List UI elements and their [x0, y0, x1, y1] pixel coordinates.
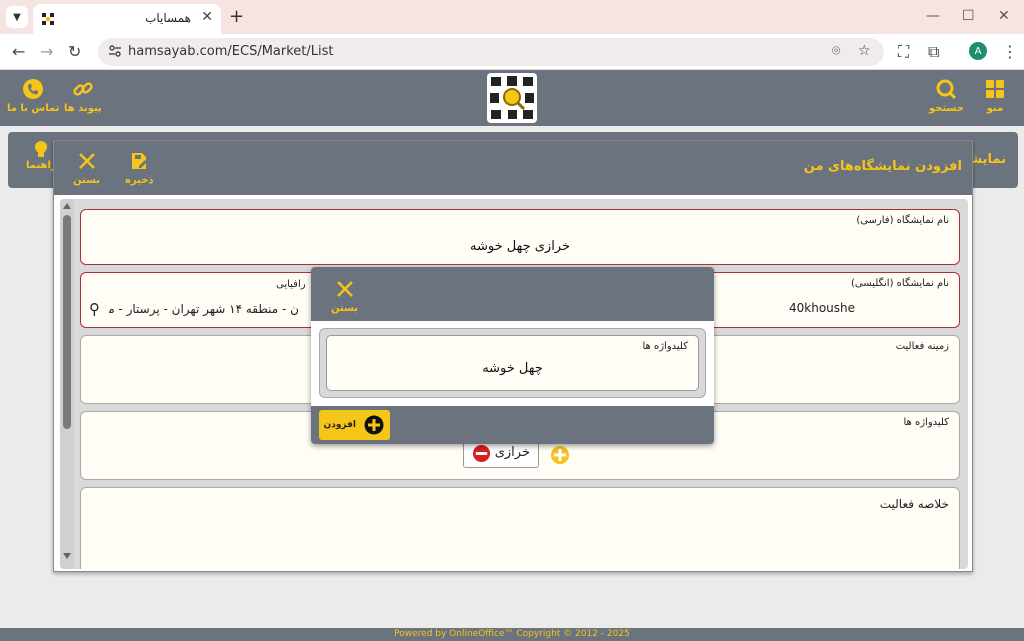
dialog-keyword-input[interactable]: کلیدواژه ها چهل خوشه — [326, 335, 699, 391]
window-close-icon[interactable]: ✕ — [998, 8, 1010, 24]
keyword-dialog: بستن کلیدواژه ها چهل خوشه افزودن — [311, 267, 714, 444]
grid-icon — [986, 80, 1004, 98]
url-text: hamsayab.com/ECS/Market/List — [128, 44, 334, 59]
link-icon — [73, 82, 93, 96]
menu-label: منو — [986, 103, 1004, 114]
new-tab-icon[interactable]: + — [229, 6, 244, 27]
tab-close-icon[interactable]: ✕ — [201, 9, 213, 25]
add-keyword-icon[interactable] — [550, 445, 570, 465]
browser-tab-bar: ▼ همسایاب ✕ + — ☐ ✕ — [0, 0, 1024, 34]
save-button[interactable]: ذخیره — [125, 151, 154, 186]
save-icon — [132, 153, 148, 169]
geo-search-icon[interactable]: ⚲ — [89, 300, 100, 318]
name-en-value[interactable]: 40khoushe — [789, 301, 855, 315]
app-header: منو جستجو پیوند ها تماس با ما — [0, 70, 1024, 126]
add-label: افزودن — [323, 420, 356, 430]
url-bar[interactable]: hamsayab.com/ECS/Market/List ⌾ ☆ — [98, 38, 884, 66]
add-button[interactable]: افزودن — [319, 410, 390, 440]
phone-icon — [23, 79, 44, 99]
panel-header: افزودن نمایشگاه‌های من ذخیره بستن — [54, 141, 972, 195]
remove-keyword-icon[interactable] — [472, 444, 491, 463]
name-en-label: نام نمایشگاه (انگلیسی) — [851, 278, 949, 289]
site-info-icon[interactable] — [108, 44, 122, 58]
minimize-icon[interactable]: — — [926, 8, 940, 24]
browser-tab[interactable]: همسایاب ✕ — [33, 4, 221, 34]
close-icon — [78, 153, 95, 169]
site-logo[interactable] — [487, 73, 537, 123]
tab-search-button[interactable]: ▼ — [6, 6, 28, 28]
back-icon[interactable]: ← — [12, 42, 25, 61]
dialog-close-label: بستن — [331, 303, 359, 314]
contact-button[interactable]: تماس با ما — [7, 78, 59, 114]
screen-capture-icon[interactable]: ⛶ — [898, 42, 909, 62]
links-label: پیوند ها — [64, 103, 102, 114]
summary-field[interactable]: خلاصه فعالیت — [80, 487, 960, 569]
scroll-down-icon[interactable] — [63, 553, 71, 559]
dialog-field-frame: کلیدواژه ها چهل خوشه — [319, 328, 706, 398]
panel-close-label: بستن — [73, 175, 101, 186]
logo-icon — [490, 76, 534, 119]
geo-label: رافیایی — [276, 279, 306, 290]
footer: Powered by OnlineOffice™ Copyright © 201… — [0, 628, 1024, 641]
save-label: ذخیره — [125, 175, 154, 186]
dialog-body: کلیدواژه ها چهل خوشه — [311, 321, 714, 406]
summary-label: خلاصه فعالیت — [879, 497, 949, 511]
name-fa-value: خرازی چهل خوشه — [469, 239, 571, 254]
browser-menu-icon[interactable]: ⋮ — [1002, 42, 1018, 61]
reload-icon[interactable]: ↻ — [68, 42, 81, 61]
site-favicon-icon — [42, 13, 54, 25]
search-label: جستجو — [929, 103, 964, 114]
plus-circle-icon — [364, 415, 384, 435]
profile-avatar[interactable]: A — [969, 42, 987, 60]
forward-icon[interactable]: → — [40, 42, 53, 61]
panel-title: افزودن نمایشگاه‌های من — [803, 159, 962, 174]
extensions-icon[interactable]: ⧉ — [928, 42, 939, 62]
location-icon[interactable]: ⌾ — [832, 43, 840, 59]
keywords-label: کلیدواژه ها — [903, 417, 949, 428]
activity-label: زمینه فعالیت — [895, 341, 949, 352]
name-fa-field[interactable]: نام نمایشگاه (فارسی) خرازی چهل خوشه — [80, 209, 960, 265]
contact-label: تماس با ما — [7, 103, 60, 114]
search-icon — [936, 79, 957, 100]
menu-button[interactable]: منو — [985, 78, 1005, 114]
bookmark-star-icon[interactable]: ☆ — [858, 43, 871, 59]
panel-close-button[interactable]: بستن — [73, 151, 100, 186]
dialog-field-label: کلیدواژه ها — [642, 341, 688, 352]
scroll-up-icon[interactable] — [63, 203, 71, 209]
geo-value[interactable]: ن - منطقه ۱۴ شهر تهران - پرستار - مید... — [109, 302, 299, 316]
scrollbar-thumb[interactable] — [63, 215, 71, 429]
links-button[interactable]: پیوند ها — [64, 78, 102, 114]
dialog-close-button[interactable]: بستن — [331, 279, 358, 314]
close-icon — [336, 281, 353, 297]
lightbulb-icon — [35, 141, 48, 157]
dialog-field-value: چهل خوشه — [482, 361, 543, 376]
name-fa-label: نام نمایشگاه (فارسی) — [856, 215, 949, 226]
maximize-icon[interactable]: ☐ — [962, 8, 975, 24]
keyword-chip-text: خرازی — [494, 445, 530, 460]
vertical-scrollbar[interactable] — [60, 199, 74, 569]
browser-address-bar: ← → ↻ hamsayab.com/ECS/Market/List ⌾ ☆ ⛶… — [0, 34, 1024, 70]
search-button[interactable]: جستجو — [929, 78, 964, 114]
tab-title: همسایاب — [145, 11, 191, 25]
